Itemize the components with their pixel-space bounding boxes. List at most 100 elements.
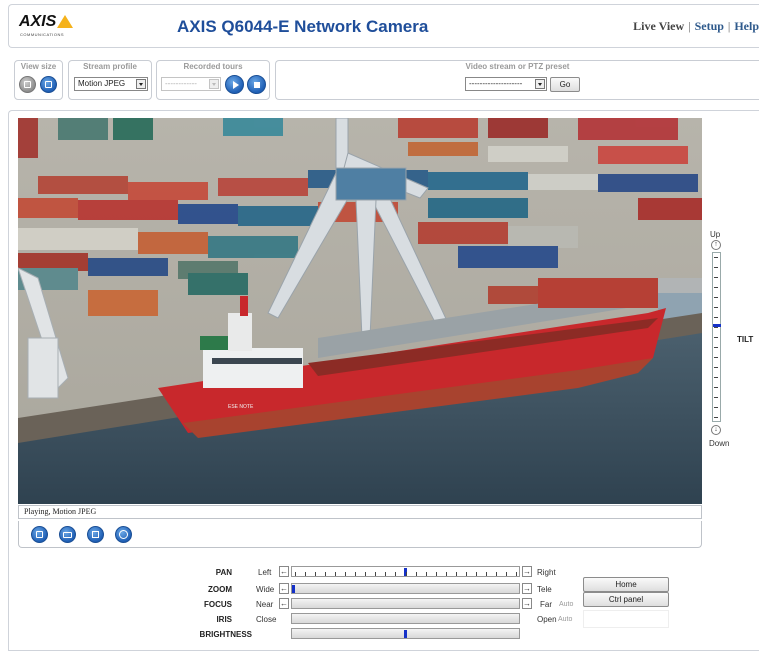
stream-profile-group: Stream profile Motion JPEG	[68, 60, 152, 100]
recorded-tours-label: Recorded tours	[183, 62, 243, 71]
pan-tick	[365, 572, 367, 576]
svg-text:ESE NOTE: ESE NOTE	[228, 404, 254, 410]
tilt-up-arrow-icon[interactable]: ↑	[711, 240, 721, 250]
pan-tick	[325, 572, 327, 576]
tilt-tick	[714, 367, 718, 368]
pan-tick	[425, 572, 427, 576]
ptz-button[interactable]	[115, 526, 132, 543]
pan-tick	[516, 572, 517, 576]
nav-separator: |	[688, 19, 691, 33]
zoom-slider[interactable]	[291, 583, 520, 594]
tilt-tick	[714, 317, 718, 318]
preset-select[interactable]: --------------------	[465, 77, 547, 91]
axis-logo[interactable]: AXIS COMMUNICATIONS	[19, 14, 83, 40]
view-size-group: View size	[14, 60, 63, 100]
snapshot-button[interactable]	[31, 526, 48, 543]
audio-button[interactable]	[87, 526, 104, 543]
zoom-max-label: Tele	[537, 585, 552, 594]
nav-setup[interactable]: Setup	[695, 19, 724, 33]
tilt-tick	[714, 277, 718, 278]
view-size-small-button[interactable]	[19, 76, 36, 93]
tilt-tick	[714, 327, 718, 328]
tilt-label: TILT	[737, 335, 754, 344]
fullscreen-icon	[45, 81, 52, 88]
chevron-down-icon	[136, 79, 146, 89]
chevron-down-icon	[535, 79, 545, 89]
logo-triangle-icon	[57, 15, 73, 28]
focus-max-label: Far	[540, 600, 552, 609]
stream-profile-select[interactable]: Motion JPEG	[74, 77, 148, 91]
camera-icon	[63, 532, 72, 538]
iris-label: IRIS	[216, 615, 232, 624]
chevron-down-icon	[209, 79, 219, 89]
pan-tick	[375, 572, 377, 576]
pan-tick	[335, 572, 337, 576]
action-bar	[18, 521, 702, 548]
pan-tick	[435, 572, 437, 576]
pan-tick	[405, 572, 407, 576]
tour-play-button[interactable]	[225, 75, 244, 94]
tilt-tick	[714, 297, 718, 298]
focus-auto-label[interactable]: Auto	[559, 601, 573, 608]
tilt-tick	[714, 357, 718, 358]
pan-tick	[445, 572, 447, 576]
iris-slider[interactable]	[291, 613, 520, 624]
zoom-slider-thumb[interactable]	[292, 585, 295, 593]
page-title: AXIS Q6044-E Network Camera	[177, 17, 429, 36]
tilt-down-label: Down	[709, 439, 730, 448]
nav-help[interactable]: Help	[734, 19, 759, 33]
view-size-full-button[interactable]	[40, 76, 57, 93]
pan-tick	[485, 572, 487, 576]
record-button[interactable]	[59, 526, 76, 543]
tilt-tick	[714, 407, 718, 408]
tilt-tick	[714, 307, 718, 308]
focus-slider[interactable]	[291, 598, 520, 609]
pan-right-arrow-icon[interactable]: →	[522, 566, 532, 577]
focus-min-label: Near	[256, 600, 274, 609]
pan-tick	[415, 572, 417, 576]
focus-near-arrow-icon[interactable]: ←	[279, 598, 289, 609]
pan-left-arrow-icon[interactable]: ←	[279, 566, 289, 577]
zoom-min-label: Wide	[256, 585, 275, 594]
stop-icon	[253, 81, 260, 88]
pan-min-label: Left	[258, 568, 272, 577]
go-button[interactable]: Go	[550, 77, 580, 92]
zoom-label: ZOOM	[208, 585, 232, 594]
nav-live-view[interactable]: Live View	[633, 19, 684, 33]
tilt-slider[interactable]	[712, 252, 721, 422]
preset-value: --------------------	[469, 79, 523, 88]
crosshair-icon	[119, 530, 128, 539]
pan-tick	[305, 572, 307, 576]
status-bar: Playing, Motion JPEG	[18, 505, 702, 519]
header-bar: AXIS COMMUNICATIONS AXIS Q6044-E Network…	[8, 4, 759, 48]
pan-slider[interactable]	[291, 566, 520, 577]
video-view[interactable]: ESE NOTE	[18, 118, 702, 504]
pan-tick	[505, 572, 507, 576]
tilt-up-label: Up	[710, 230, 721, 239]
tilt-tick	[714, 347, 718, 348]
recorded-tours-select[interactable]: ------------	[161, 77, 221, 91]
stream-profile-value: Motion JPEG	[78, 79, 126, 88]
preset-group: Video stream or PTZ preset -------------…	[275, 60, 759, 100]
logo-subtext: COMMUNICATIONS	[20, 32, 65, 37]
brightness-slider[interactable]	[291, 628, 520, 639]
tour-stop-button[interactable]	[247, 75, 266, 94]
pan-tick	[475, 572, 477, 576]
tilt-down-arrow-icon[interactable]: ↓	[711, 425, 721, 435]
pan-tick	[455, 572, 457, 576]
zoom-in-arrow-icon[interactable]: →	[522, 583, 532, 594]
tilt-tick	[714, 387, 718, 388]
tilt-tick	[714, 267, 718, 268]
ctrl-panel-button[interactable]: Ctrl panel	[583, 592, 669, 607]
nav-separator: |	[727, 19, 731, 33]
home-button[interactable]: Home	[583, 577, 669, 592]
pan-tick	[495, 572, 497, 576]
pan-tick	[345, 572, 347, 576]
zoom-out-arrow-icon[interactable]: ←	[279, 583, 289, 594]
focus-far-arrow-icon[interactable]: →	[522, 598, 532, 609]
iris-auto-label[interactable]: Auto	[558, 616, 572, 623]
pan-tick	[355, 572, 357, 576]
snapshot-icon	[36, 531, 43, 538]
tilt-tick	[714, 417, 718, 418]
brightness-slider-thumb[interactable]	[404, 630, 407, 638]
